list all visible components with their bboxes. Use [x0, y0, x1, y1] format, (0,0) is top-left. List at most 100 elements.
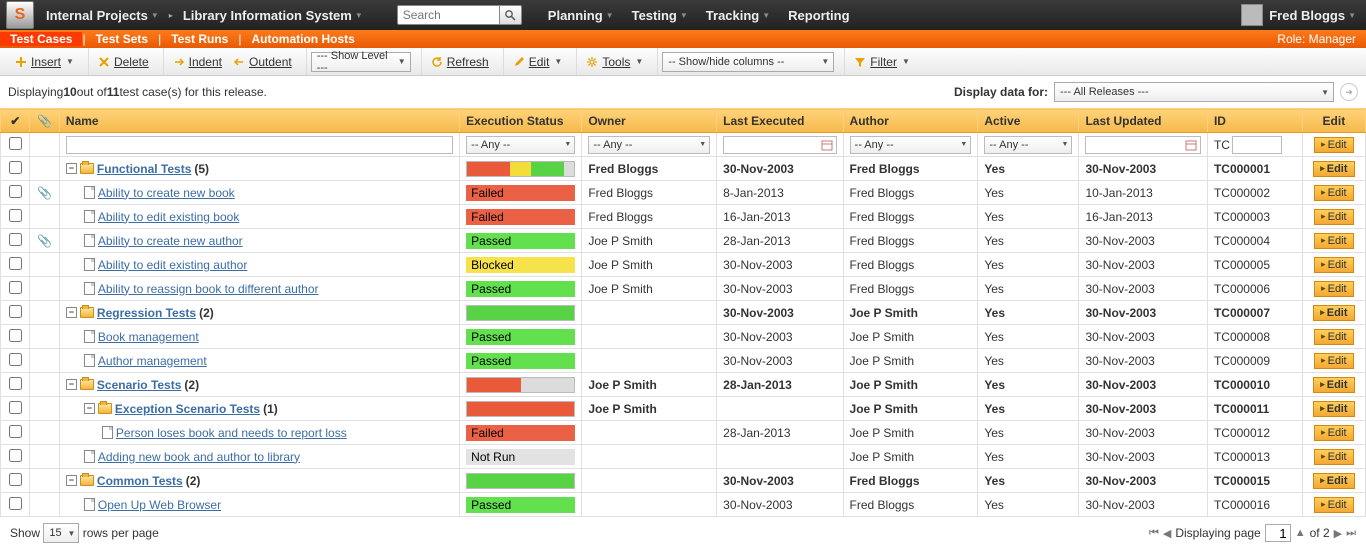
- row-name-link[interactable]: Common Tests: [97, 474, 183, 488]
- select-all-checkbox[interactable]: [9, 137, 22, 150]
- row-name-link[interactable]: Book management: [98, 330, 199, 344]
- row-checkbox[interactable]: [9, 161, 22, 174]
- row-edit-button[interactable]: Edit: [1314, 209, 1354, 225]
- row-checkbox[interactable]: [9, 305, 22, 318]
- expander-icon[interactable]: −: [66, 163, 77, 174]
- row-edit-button[interactable]: Edit: [1314, 425, 1354, 441]
- go-up-icon[interactable]: ▲: [1295, 527, 1306, 539]
- indent-button[interactable]: Indent: [168, 53, 226, 71]
- filter-lastupd[interactable]: [1085, 136, 1201, 154]
- col-edit[interactable]: Edit: [1302, 109, 1365, 133]
- row-checkbox[interactable]: [9, 329, 22, 342]
- expander-icon[interactable]: −: [66, 379, 77, 390]
- col-id[interactable]: ID: [1207, 109, 1302, 133]
- row-name-link[interactable]: Ability to edit existing author: [98, 258, 247, 272]
- col-check[interactable]: ✔: [1, 109, 30, 133]
- subnav-tab[interactable]: Automation Hosts: [241, 32, 364, 46]
- filter-exec[interactable]: -- Any --: [466, 136, 575, 154]
- first-page-icon[interactable]: ⏮: [1149, 527, 1159, 540]
- row-edit-button[interactable]: Edit: [1314, 233, 1354, 249]
- last-page-icon[interactable]: ⏭: [1346, 527, 1356, 540]
- menu-testing[interactable]: Testing▼: [632, 8, 688, 23]
- row-name-link[interactable]: Person loses book and needs to report lo…: [116, 426, 347, 440]
- col-owner[interactable]: Owner: [582, 109, 717, 133]
- subnav-tab[interactable]: Test Sets: [86, 32, 158, 46]
- row-checkbox[interactable]: [9, 473, 22, 486]
- filter-active[interactable]: -- Any --: [984, 136, 1072, 154]
- row-edit-button[interactable]: Edit: [1314, 449, 1354, 465]
- row-name-link[interactable]: Ability to create new author: [98, 234, 243, 248]
- row-checkbox[interactable]: [9, 185, 22, 198]
- app-logo[interactable]: S: [6, 1, 34, 29]
- filter-id[interactable]: [1232, 136, 1282, 154]
- filter-button[interactable]: Filter▼: [849, 53, 914, 71]
- row-edit-button[interactable]: Edit: [1314, 353, 1354, 369]
- user-menu[interactable]: Fred Bloggs▼: [1231, 4, 1366, 26]
- subnav-tab[interactable]: Test Runs: [161, 32, 238, 46]
- col-author[interactable]: Author: [843, 109, 978, 133]
- expander-icon[interactable]: −: [66, 475, 77, 486]
- row-checkbox[interactable]: [9, 257, 22, 270]
- row-edit-button[interactable]: Edit: [1314, 185, 1354, 201]
- tools-button[interactable]: Tools▼: [581, 53, 647, 71]
- menu-reporting[interactable]: Reporting: [788, 8, 849, 23]
- col-name[interactable]: Name: [59, 109, 459, 133]
- row-name-link[interactable]: Ability to create new book: [98, 186, 235, 200]
- row-checkbox[interactable]: [9, 425, 22, 438]
- breadcrumb-module[interactable]: Library Information System▼: [177, 8, 369, 23]
- row-checkbox[interactable]: [9, 281, 22, 294]
- row-edit-button[interactable]: Edit: [1313, 377, 1354, 393]
- filter-lastexec[interactable]: [723, 136, 836, 154]
- row-name-link[interactable]: Regression Tests: [97, 306, 196, 320]
- breadcrumb-project[interactable]: Internal Projects▼: [40, 8, 165, 23]
- row-edit-button[interactable]: Edit: [1313, 401, 1354, 417]
- edit-button[interactable]: Edit▼: [508, 53, 567, 71]
- subnav-tab[interactable]: Test Cases: [0, 32, 82, 46]
- menu-tracking[interactable]: Tracking▼: [706, 8, 770, 23]
- row-edit-button[interactable]: Edit: [1313, 473, 1354, 489]
- row-checkbox[interactable]: [9, 449, 22, 462]
- row-checkbox[interactable]: [9, 497, 22, 510]
- prev-page-icon[interactable]: ◀: [1163, 527, 1171, 540]
- row-name-link[interactable]: Exception Scenario Tests: [115, 402, 260, 416]
- go-icon[interactable]: ➜: [1340, 83, 1358, 101]
- row-name-link[interactable]: Open Up Web Browser: [98, 498, 221, 512]
- page-input[interactable]: [1265, 524, 1291, 542]
- showhide-columns-select[interactable]: -- Show/hide columns --: [662, 52, 834, 72]
- insert-button[interactable]: Insert▼: [10, 53, 78, 71]
- next-page-icon[interactable]: ▶: [1334, 527, 1342, 540]
- row-name-link[interactable]: Ability to reassign book to different au…: [98, 282, 319, 296]
- menu-planning[interactable]: Planning▼: [548, 8, 614, 23]
- col-active[interactable]: Active: [978, 109, 1079, 133]
- row-name-link[interactable]: Ability to edit existing book: [98, 210, 239, 224]
- row-name-link[interactable]: Author management: [98, 354, 207, 368]
- refresh-button[interactable]: Refresh: [426, 53, 493, 71]
- delete-button[interactable]: Delete: [93, 53, 153, 71]
- row-name-link[interactable]: Adding new book and author to library: [98, 450, 300, 464]
- row-checkbox[interactable]: [9, 353, 22, 366]
- row-edit-button[interactable]: Edit: [1314, 497, 1354, 513]
- rows-per-page-select[interactable]: 15: [43, 523, 79, 543]
- row-checkbox[interactable]: [9, 377, 22, 390]
- row-name-link[interactable]: Scenario Tests: [97, 378, 181, 392]
- col-lastupd[interactable]: Last Updated: [1079, 109, 1208, 133]
- col-attachment[interactable]: 📎: [30, 109, 59, 133]
- search-input[interactable]: [397, 5, 500, 25]
- outdent-button[interactable]: Outdent: [228, 53, 296, 71]
- show-level-select[interactable]: --- Show Level ---: [311, 52, 411, 72]
- filter-name[interactable]: [66, 136, 453, 154]
- row-checkbox[interactable]: [9, 233, 22, 246]
- filter-owner[interactable]: -- Any --: [588, 136, 710, 154]
- row-edit-button[interactable]: Edit: [1313, 305, 1354, 321]
- row-edit-button[interactable]: Edit: [1314, 281, 1354, 297]
- filter-author[interactable]: -- Any --: [850, 136, 972, 154]
- release-select[interactable]: --- All Releases ---: [1054, 82, 1334, 102]
- col-lastexec[interactable]: Last Executed: [717, 109, 843, 133]
- search-button[interactable]: [500, 5, 522, 25]
- row-name-link[interactable]: Functional Tests: [97, 162, 191, 176]
- expander-icon[interactable]: −: [66, 307, 77, 318]
- row-edit-button[interactable]: Edit: [1314, 257, 1354, 273]
- row-edit-button[interactable]: Edit: [1313, 161, 1354, 177]
- filter-edit-button[interactable]: Edit: [1314, 137, 1354, 153]
- row-checkbox[interactable]: [9, 401, 22, 414]
